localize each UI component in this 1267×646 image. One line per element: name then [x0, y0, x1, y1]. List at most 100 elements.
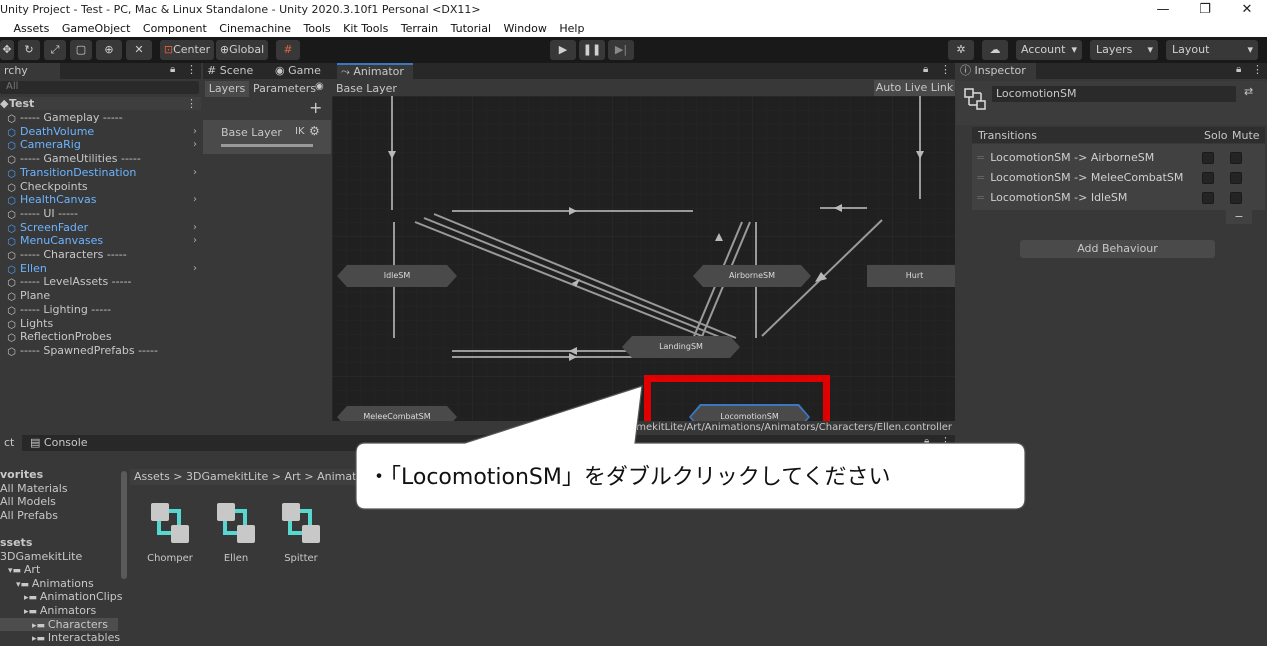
project-tree-item[interactable]: vorites [0, 468, 118, 481]
transform-tool-icon[interactable]: ⊕ [96, 40, 122, 60]
project-tree-item[interactable]: ▸▬ Characters [0, 617, 118, 631]
hierarchy-item[interactable]: ⬡ ----- Lighting ----- [0, 303, 201, 317]
breadcrumb-art[interactable]: Art [284, 470, 300, 483]
tab-hierarchy[interactable]: rchy [0, 63, 60, 79]
hierarchy-item[interactable]: ⬡ Checkpoints [0, 180, 201, 194]
hierarchy-item[interactable]: ⬡ Lights [0, 317, 201, 331]
minimize-button[interactable]: — [1143, 0, 1183, 20]
hierarchy-item[interactable]: ⬡ Ellen › [0, 262, 201, 276]
tab-console[interactable]: ▤ Console [26, 435, 96, 451]
account-dropdown[interactable]: Account ▾ [1016, 40, 1082, 60]
play-button[interactable]: ▶ [550, 40, 576, 60]
hierarchy-item[interactable]: ⬡ Plane [0, 289, 201, 303]
step-button[interactable]: ▶| [608, 40, 634, 60]
state-hurt[interactable]: Hurt [867, 265, 955, 287]
menu-dots-icon[interactable]: ⋮ [186, 63, 197, 76]
asset-item[interactable]: Ellen [206, 501, 266, 564]
lock-icon[interactable]: 🔒︎ [923, 64, 928, 75]
menu-kit-tools[interactable]: Kit Tools [343, 20, 388, 37]
scale-tool-icon[interactable]: ⤢ [44, 40, 66, 60]
mute-checkbox[interactable] [1230, 152, 1242, 164]
drag-handle-icon[interactable]: = [976, 151, 985, 164]
menu-window[interactable]: Window [504, 20, 547, 37]
chevron-right-icon[interactable]: › [193, 166, 197, 179]
scene-menu-icon[interactable]: ⋮ [186, 97, 197, 110]
project-tree-item[interactable]: ssets [0, 536, 118, 549]
state-idle-sm[interactable]: IdleSM [337, 265, 457, 287]
lock-icon[interactable]: 🔒︎ [1236, 64, 1241, 75]
breadcrumb-gamekit[interactable]: 3DGamekitLite [186, 470, 268, 483]
project-tree-item[interactable]: ▾▬ Art [0, 563, 118, 576]
add-behaviour-button[interactable]: Add Behaviour [1020, 240, 1215, 258]
menu-assets[interactable]: Assets [14, 20, 50, 37]
hierarchy-item[interactable]: ⬡ ----- SpawnedPrefabs ----- [0, 344, 201, 358]
close-button[interactable]: ✕ [1227, 0, 1267, 20]
gear-icon[interactable]: ⚙ [309, 124, 320, 138]
tab-project[interactable]: ct [0, 435, 22, 451]
menu-dots-icon[interactable]: ⋮ [940, 63, 951, 76]
project-tree-item[interactable]: All Materials [0, 482, 118, 495]
menu-dots-icon[interactable]: ⋮ [1252, 63, 1263, 76]
solo-checkbox[interactable] [1202, 192, 1214, 204]
drag-handle-icon[interactable]: = [976, 191, 985, 204]
menu-tutorial[interactable]: Tutorial [451, 20, 491, 37]
asset-item[interactable]: Chomper [140, 501, 200, 564]
hierarchy-item[interactable]: ⬡ ----- GameUtilities ----- [0, 152, 201, 166]
project-tree-item[interactable]: All Prefabs [0, 509, 118, 522]
breadcrumb[interactable]: Base Layer [336, 82, 397, 95]
global-button[interactable]: ⊕Global [216, 40, 268, 60]
layer-item-base[interactable]: Base Layer IK ⚙ [203, 120, 331, 154]
hierarchy-item[interactable]: ⬡ DeathVolume › [0, 125, 201, 139]
mute-checkbox[interactable] [1230, 172, 1242, 184]
menu-component[interactable]: Component [143, 20, 207, 37]
rotate-tool-icon[interactable]: ↻ [18, 40, 40, 60]
hierarchy-item[interactable]: ⬡ ScreenFader › [0, 221, 201, 235]
solo-checkbox[interactable] [1202, 152, 1214, 164]
project-tree-item[interactable]: ▸▬ AnimationClips [0, 590, 122, 603]
hierarchy-item[interactable]: ⬡ ReflectionProbes [0, 330, 201, 344]
auto-live-link-button[interactable]: Auto Live Link [874, 80, 955, 96]
chevron-right-icon[interactable]: › [193, 234, 197, 247]
layers-dropdown[interactable]: Layers ▾ [1090, 40, 1158, 60]
scene-row[interactable]: ◆ Test ⋮ [0, 97, 201, 110]
tab-scene[interactable]: # Scene [203, 63, 267, 79]
rect-tool-icon[interactable]: ▢ [70, 40, 92, 60]
remove-transition-button[interactable]: − [1226, 210, 1252, 224]
custom-tool-icon[interactable]: ✕ [126, 40, 152, 60]
hierarchy-item[interactable]: ⬡ ----- UI ----- [0, 207, 201, 221]
chevron-right-icon[interactable]: › [193, 262, 197, 275]
move-tool-icon[interactable]: ✥ [0, 40, 14, 60]
parameters-tab[interactable]: Parameters [253, 81, 316, 97]
solo-checkbox[interactable] [1202, 172, 1214, 184]
chevron-right-icon[interactable]: › [193, 138, 197, 151]
hierarchy-item[interactable]: ⬡ MenuCanvases › [0, 234, 201, 248]
tab-animator[interactable]: ⤳ Animator [337, 63, 413, 79]
pause-button[interactable]: ❚❚ [579, 40, 605, 60]
project-tree-item[interactable]: ▸▬ Interactables [0, 631, 120, 644]
layout-dropdown[interactable]: Layout ▾ [1166, 40, 1258, 60]
menu-terrain[interactable]: Terrain [401, 20, 438, 37]
state-airborne-sm[interactable]: AirborneSM [693, 265, 811, 287]
state-name-field[interactable]: LocomotionSM [992, 86, 1236, 102]
maximize-button[interactable]: ❐ [1185, 0, 1225, 20]
chevron-right-icon[interactable]: › [193, 125, 197, 138]
layers-tab[interactable]: Layers [205, 81, 249, 97]
tab-inspector[interactable]: ⓘ Inspector [956, 63, 1036, 79]
project-tree-item[interactable]: ▸▬ Animators [0, 604, 118, 617]
breadcrumb-assets[interactable]: Assets [134, 470, 170, 483]
collab-icon[interactable]: ✲ [948, 40, 974, 60]
hierarchy-search-input[interactable]: All [0, 81, 199, 94]
eye-icon[interactable]: ◉ [315, 81, 324, 92]
project-tree-item[interactable]: ▾▬ Animations [0, 577, 118, 590]
chevron-right-icon[interactable]: › [193, 193, 197, 206]
hierarchy-item[interactable]: ⬡ ----- Characters ----- [0, 248, 201, 262]
menu-gameobject[interactable]: GameObject [62, 20, 131, 37]
menu-cinemachine[interactable]: Cinemachine [219, 20, 291, 37]
lock-icon[interactable]: 🔒︎ [170, 64, 175, 75]
menu-tools[interactable]: Tools [304, 20, 331, 37]
cloud-icon[interactable]: ☁ [982, 40, 1008, 60]
pivot-center-button[interactable]: ⊡Center [160, 40, 214, 60]
hierarchy-item[interactable]: ⬡ ----- LevelAssets ----- [0, 275, 201, 289]
project-tree-item[interactable]: 3DGamekitLite [0, 550, 118, 563]
hierarchy-item[interactable]: ⬡ ----- Gameplay ----- [0, 111, 201, 125]
